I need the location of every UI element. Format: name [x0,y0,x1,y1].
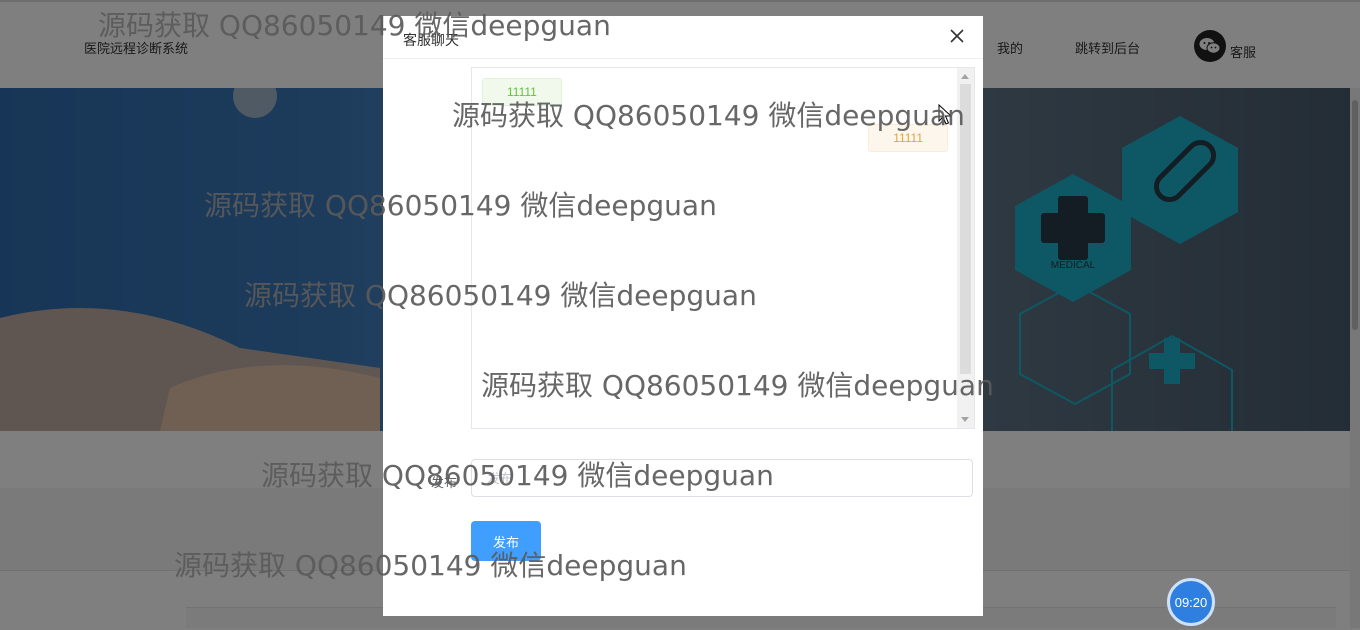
chat-scrollbar[interactable] [957,68,974,428]
close-icon[interactable] [947,26,967,46]
mouse-cursor-icon [938,104,952,125]
chat-message-received: 11111 [482,78,562,106]
scroll-up-arrow-icon[interactable] [961,74,969,79]
chat-message-area[interactable]: 11111 11111 [471,67,975,429]
publish-field-label: 发布 [431,475,458,490]
customer-service-dialog: 客服聊天 11111 11111 发布 发布 [383,16,983,616]
clock-badge[interactable]: 09:20 [1167,578,1215,626]
dialog-title: 客服聊天 [403,32,459,48]
scroll-down-arrow-icon[interactable] [961,417,969,422]
dialog-header: 客服聊天 [383,16,983,59]
chat-message-sent: 11111 [868,124,948,152]
chat-scrollbar-thumb[interactable] [960,84,971,374]
publish-button[interactable]: 发布 [471,521,541,561]
message-input[interactable] [471,459,973,497]
